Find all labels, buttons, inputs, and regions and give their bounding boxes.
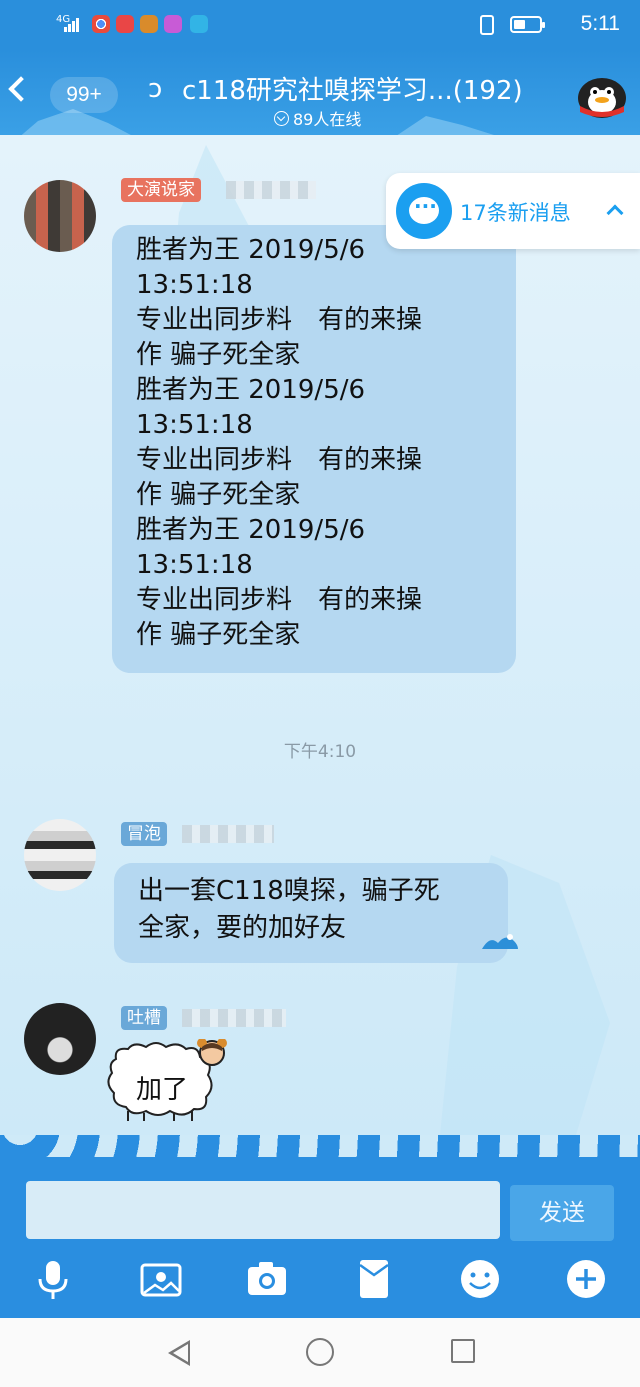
chat-bubble-icon [396, 183, 452, 239]
unread-badge[interactable]: 99+ [50, 77, 118, 113]
image-icon[interactable] [139, 1257, 183, 1301]
status-bar: 4G 5:11 [0, 0, 640, 50]
sender-name[interactable] [182, 1009, 286, 1027]
signal-icon [64, 16, 82, 32]
send-button[interactable]: 发送 [510, 1185, 614, 1241]
file-icon[interactable] [352, 1257, 396, 1301]
chat-area[interactable]: 大演说家 胜者为王 2019/5/6 13:51:18 专业出同步料 有的来操 … [0, 135, 640, 1135]
message-line: 胜者为王 2019/5/6 [136, 375, 366, 405]
avatar[interactable] [24, 1003, 96, 1075]
back-button[interactable] [8, 76, 34, 102]
nav-back-icon[interactable] [168, 1340, 190, 1366]
battery-icon [510, 16, 545, 33]
message-line: 专业出同步料 有的来操 [136, 445, 423, 475]
avatar[interactable] [24, 180, 96, 252]
social-app-icon [164, 15, 182, 33]
member-title-badge: 吐槽 [121, 1006, 167, 1030]
online-count[interactable]: 89人在线 [274, 106, 361, 130]
message-line: 作 骗子死全家 [136, 620, 301, 650]
wave-decoration-icon [482, 934, 518, 949]
video-app-icon [116, 15, 134, 33]
earpiece-icon: ↄ [148, 74, 163, 104]
chevron-down-icon [274, 110, 289, 126]
group-title[interactable]: c118研究社嗅探学习...(192) [182, 70, 523, 107]
message-line: 出一套C118嗅探，骗子死 [138, 876, 440, 906]
chat-header: 99+ ↄ c118研究社嗅探学习...(192) 89人在线 [0, 50, 640, 135]
message-line: 加了 [136, 1075, 189, 1105]
nav-recent-icon[interactable] [451, 1339, 475, 1363]
message-bubble[interactable]: 胜者为王 2019/5/6 13:51:18 专业出同步料 有的来操 作 骗子死… [112, 225, 516, 673]
time-separator: 下午4:10 [283, 742, 357, 762]
sheep-bubble[interactable]: 加了 [104, 1039, 228, 1123]
message-line: 13:51:18 [136, 270, 253, 300]
group-avatar-penguin-icon[interactable] [576, 70, 628, 120]
emoji-icon[interactable] [458, 1257, 502, 1301]
message-line: 作 骗子死全家 [136, 340, 301, 370]
chevron-up-icon [606, 204, 624, 222]
message-bubble[interactable]: 出一套C118嗅探，骗子死 全家，要的加好友 [114, 863, 518, 963]
vibrate-icon [480, 15, 494, 35]
clock: 5:11 [580, 12, 620, 35]
new-messages-label: 17条新消息 [460, 201, 571, 225]
system-nav-bar [0, 1318, 640, 1387]
online-count-label: 89人在线 [293, 110, 362, 129]
message-line: 全家，要的加好友 [138, 913, 347, 943]
avatar[interactable] [24, 819, 96, 891]
message-line: 作 骗子死全家 [136, 480, 301, 510]
message-input[interactable] [26, 1181, 500, 1239]
chrome-app-icon [92, 15, 110, 33]
plus-icon[interactable] [564, 1257, 608, 1301]
member-title-badge: 冒泡 [121, 822, 167, 846]
message-line: 胜者为王 2019/5/6 [136, 515, 366, 545]
new-messages-button[interactable]: 17条新消息 [386, 173, 640, 249]
message-line: 13:51:18 [136, 550, 253, 580]
member-title-badge: 大演说家 [121, 178, 201, 202]
message-line: 13:51:18 [136, 410, 253, 440]
sender-name[interactable] [226, 181, 316, 199]
message-line: 专业出同步料 有的来操 [136, 585, 423, 615]
input-bar: 发送 [0, 1135, 640, 1318]
game-app-icon [140, 15, 158, 33]
sender-name[interactable] [182, 825, 274, 843]
mic-icon[interactable] [31, 1257, 75, 1301]
message-line: 专业出同步料 有的来操 [136, 305, 423, 335]
camera-icon[interactable] [245, 1257, 289, 1301]
message-app-icon [190, 15, 208, 33]
nav-home-icon[interactable] [306, 1338, 334, 1366]
